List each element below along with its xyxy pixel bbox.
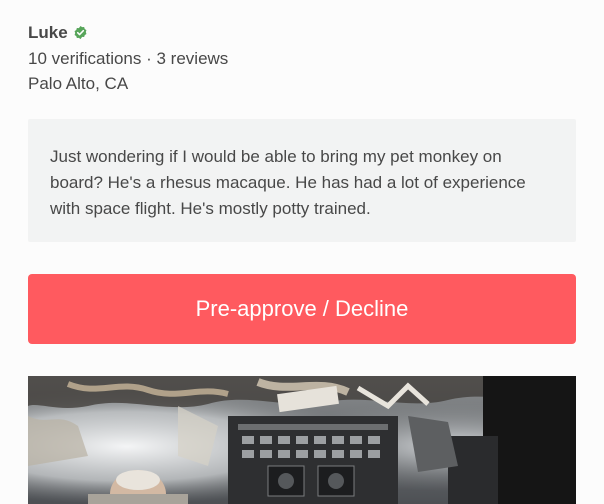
guest-message: Just wondering if I would be able to bri… xyxy=(28,119,576,242)
verified-check-icon xyxy=(73,25,88,40)
host-name-row: Luke xyxy=(28,20,576,46)
listing-photo xyxy=(28,376,576,504)
spacecraft-cabin-image xyxy=(28,376,576,504)
verification-count: 10 verifications · 3 reviews xyxy=(28,49,229,68)
pre-approve-decline-button[interactable]: Pre-approve / Decline xyxy=(28,274,576,344)
host-profile: Luke 10 verifications · 3 reviews Palo A… xyxy=(28,20,576,96)
message-text: Just wondering if I would be able to bri… xyxy=(50,147,526,218)
host-location: Palo Alto, CA xyxy=(28,74,129,93)
host-name[interactable]: Luke xyxy=(28,20,68,46)
